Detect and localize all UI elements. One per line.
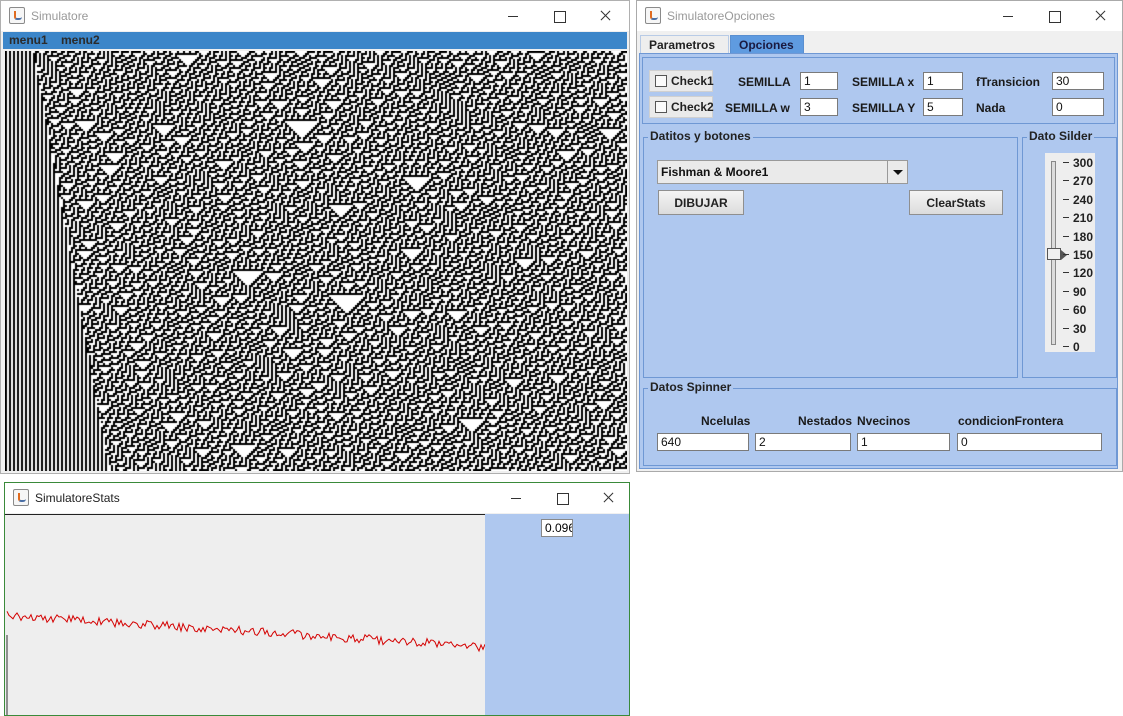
- nvecinos-label: Nvecinos: [857, 414, 911, 428]
- slider-tick-label: 180: [1073, 229, 1094, 244]
- minimize-button[interactable]: [490, 1, 536, 31]
- window-title: SimulatoreOpciones: [667, 9, 776, 23]
- close-button[interactable]: [582, 1, 628, 31]
- minimize-button[interactable]: [493, 483, 539, 513]
- slider-tick-label: 300: [1073, 156, 1094, 170]
- ncelulas-spinner[interactable]: 640: [657, 433, 749, 451]
- minimize-button[interactable]: [985, 1, 1031, 31]
- stats-window: SimulatoreStats 0.096: [4, 482, 630, 716]
- nestados-label: Nestados: [798, 414, 853, 428]
- slider-tick-label: 240: [1073, 192, 1094, 207]
- tab-panel-parametros: Check1 Check2 SEMILLA 1 SEMILLA x 1 fTra…: [639, 53, 1118, 469]
- rule-combobox-value: Fishman & Moore1: [661, 165, 769, 179]
- slider-tick-mark: [1063, 254, 1069, 255]
- datitos-group-title: Datitos y botones: [648, 129, 753, 143]
- params-group: Check1 Check2 SEMILLA 1 SEMILLA x 1 fTra…: [642, 57, 1115, 124]
- checkbox-box: [655, 101, 667, 113]
- slider-tick-label: 0: [1073, 340, 1080, 354]
- check2-checkbox[interactable]: Check2: [649, 96, 714, 118]
- clearstats-button[interactable]: ClearStats: [909, 190, 1003, 215]
- ftransicion-label: fTransicion: [976, 75, 1041, 89]
- check2-label: Check2: [671, 100, 714, 114]
- ftransicion-field[interactable]: 30: [1052, 72, 1104, 90]
- semilla-y-field[interactable]: 5: [923, 98, 963, 116]
- menu-menu2[interactable]: menu2: [61, 33, 100, 47]
- stats-side-panel: 0.096: [485, 514, 629, 715]
- rule-combobox[interactable]: Fishman & Moore1: [657, 160, 908, 184]
- ncelulas-label: Ncelulas: [701, 414, 751, 428]
- slider-tick-mark: [1063, 346, 1069, 347]
- semilla-x-field[interactable]: 1: [923, 72, 963, 90]
- slider-tick-mark: [1063, 272, 1069, 274]
- checkbox-box: [655, 75, 667, 87]
- dibujar-button[interactable]: DIBUJAR: [658, 190, 744, 215]
- close-button[interactable]: [585, 483, 629, 513]
- maximize-button[interactable]: [1031, 1, 1077, 31]
- slider-group-title: Dato Silder: [1027, 129, 1095, 143]
- semilla-field[interactable]: 1: [800, 72, 838, 90]
- options-window: SimulatoreOpciones Parametros Opciones C…: [636, 0, 1123, 472]
- semilla-w-label: SEMILLA w: [725, 101, 790, 115]
- stats-line-chart: [6, 611, 486, 715]
- menu-bar: menu1 menu2: [3, 32, 627, 49]
- nvecinos-spinner[interactable]: 1: [857, 433, 950, 451]
- slider-tick-mark: [1063, 217, 1069, 219]
- java-cup-icon: [13, 489, 29, 506]
- nestados-spinner[interactable]: 2: [755, 433, 851, 451]
- slider-tick-mark: [1063, 309, 1069, 311]
- semilla-x-label: SEMILLA x: [852, 75, 915, 89]
- maximize-button[interactable]: [536, 1, 582, 31]
- window-title: SimulatoreStats: [35, 491, 120, 505]
- semilla-w-field[interactable]: 3: [800, 98, 838, 116]
- slider-tick-label: 120: [1073, 266, 1094, 281]
- simulator-window: Simulatore menu1 menu2: [0, 0, 630, 474]
- slider-thumb[interactable]: [1047, 248, 1067, 260]
- slider-tick-label: 270: [1073, 174, 1094, 189]
- spinner-group-title: Datos Spinner: [648, 380, 734, 394]
- tab-parametros[interactable]: Parametros: [640, 35, 729, 54]
- slider-tick-mark: [1063, 162, 1069, 163]
- maximize-button[interactable]: [539, 483, 585, 513]
- slider-tick-label: 30: [1073, 321, 1087, 336]
- cellular-automaton-canvas: [5, 51, 627, 471]
- slider-tick-label: 90: [1073, 284, 1087, 299]
- semilla-y-label: SEMILLA Y: [852, 101, 916, 115]
- condicionfrontera-spinner[interactable]: 0: [957, 433, 1102, 451]
- slider-tick-label: 210: [1073, 211, 1094, 226]
- slider-tick-label: 150: [1073, 248, 1094, 262]
- tab-opciones[interactable]: Opciones: [730, 35, 804, 54]
- chevron-down-icon[interactable]: [887, 161, 907, 183]
- title-bar[interactable]: SimulatoreStats: [5, 483, 629, 513]
- stats-plot: [5, 514, 486, 715]
- title-bar[interactable]: Simulatore: [1, 1, 629, 31]
- slider-tick-mark: [1063, 180, 1069, 182]
- slider-tick-mark: [1063, 235, 1069, 237]
- stats-readout-field[interactable]: 0.096: [541, 519, 573, 537]
- check1-label: Check1: [671, 74, 714, 88]
- menu-menu1[interactable]: menu1: [9, 33, 48, 47]
- condicionfrontera-label: condicionFrontera: [958, 414, 1064, 428]
- nada-label: Nada: [976, 101, 1006, 115]
- close-button[interactable]: [1077, 1, 1122, 31]
- nada-field[interactable]: 0: [1052, 98, 1104, 116]
- semilla-label: SEMILLA: [738, 75, 791, 89]
- slider-tick-label: 60: [1073, 303, 1087, 318]
- window-title: Simulatore: [31, 9, 89, 23]
- title-bar[interactable]: SimulatoreOpciones: [637, 1, 1122, 31]
- java-cup-icon: [645, 7, 661, 24]
- slider-group: Dato Silder 300 270 240 210 180 150 120 90 60 30 0: [1022, 129, 1117, 378]
- slider-tick-mark: [1063, 198, 1069, 200]
- datitos-group: Datitos y botones Fishman & Moore1 DIBUJ…: [643, 129, 1018, 378]
- slider-tick-mark: [1063, 327, 1069, 329]
- spinner-group: Datos Spinner Ncelulas Nestados Nvecinos…: [643, 380, 1117, 466]
- java-cup-icon: [9, 7, 25, 24]
- dato-slider[interactable]: 300 270 240 210 180 150 120 90 60 30 0: [1045, 153, 1095, 354]
- check1-checkbox[interactable]: Check1: [649, 70, 714, 92]
- slider-tick-mark: [1063, 290, 1069, 292]
- stats-series-line: [6, 611, 486, 653]
